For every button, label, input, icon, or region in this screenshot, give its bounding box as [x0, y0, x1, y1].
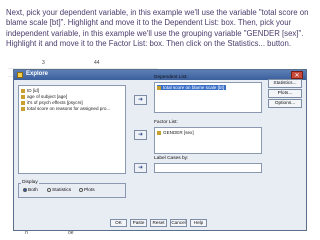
- list-item[interactable]: total score on reasons for assigned pro.…: [21, 106, 110, 111]
- dependent-list[interactable]: total score on blame scale [bt]: [154, 82, 262, 113]
- radio-both[interactable]: Both: [23, 188, 38, 193]
- dependent-list-label: Dependent List:: [154, 75, 188, 80]
- scale-variable-icon: [21, 88, 25, 93]
- label-cases-field[interactable]: [154, 163, 262, 173]
- radio-unselected-icon: [79, 188, 83, 192]
- plots-button[interactable]: Plots...: [268, 89, 302, 98]
- close-button[interactable]: ✕: [291, 71, 303, 79]
- display-group-title: Display: [21, 180, 39, 185]
- options-button[interactable]: Options...: [268, 99, 302, 108]
- list-item[interactable]: it's of psych effects [psycrs]: [21, 100, 83, 105]
- list-item[interactable]: age of subject [age]: [21, 94, 67, 99]
- scale-variable-icon: [21, 94, 25, 99]
- move-to-dependent-button[interactable]: ➜: [134, 95, 147, 105]
- paste-button[interactable]: Paste: [130, 219, 147, 227]
- scale-variable-icon: [21, 100, 25, 105]
- cancel-button[interactable]: Cancel: [170, 219, 187, 227]
- list-item[interactable]: GENDER [sex]: [157, 130, 194, 135]
- dialog-title: Explore: [26, 71, 49, 77]
- radio-unselected-icon: [47, 188, 51, 192]
- move-to-label-cases-button[interactable]: ➜: [134, 163, 147, 173]
- help-button[interactable]: Help: [190, 219, 207, 227]
- source-variable-list[interactable]: ID [id] age of subject [age] it's of psy…: [18, 85, 126, 174]
- nominal-variable-icon: [157, 130, 161, 135]
- move-to-factor-button[interactable]: ➜: [134, 130, 147, 140]
- instruction-text: Next, pick your dependent variable, in t…: [6, 8, 309, 49]
- cell-value: 3: [42, 60, 45, 66]
- radio-plots[interactable]: Plots: [79, 188, 95, 193]
- explore-dialog: Explore ✕ ID [id] age of subject [age] i…: [13, 69, 307, 231]
- radio-selected-icon: [23, 188, 27, 192]
- factor-list[interactable]: GENDER [sex]: [154, 127, 262, 154]
- display-group: Display Both Statistics Plots: [18, 180, 126, 198]
- factor-list-label: Factor List:: [154, 120, 178, 125]
- list-item[interactable]: total score on blame scale [bt]: [157, 85, 227, 90]
- ok-button[interactable]: OK: [110, 219, 127, 227]
- reset-button[interactable]: Reset: [150, 219, 167, 227]
- statistics-button[interactable]: Statistics...: [268, 79, 302, 88]
- label-cases-label: Label Cases by:: [154, 156, 189, 161]
- app-icon: [17, 72, 23, 78]
- scale-variable-icon: [157, 85, 161, 90]
- list-item[interactable]: ID [id]: [21, 88, 39, 93]
- radio-statistics[interactable]: Statistics: [47, 188, 71, 193]
- cell-value: 44: [94, 60, 100, 66]
- scale-variable-icon: [21, 106, 25, 111]
